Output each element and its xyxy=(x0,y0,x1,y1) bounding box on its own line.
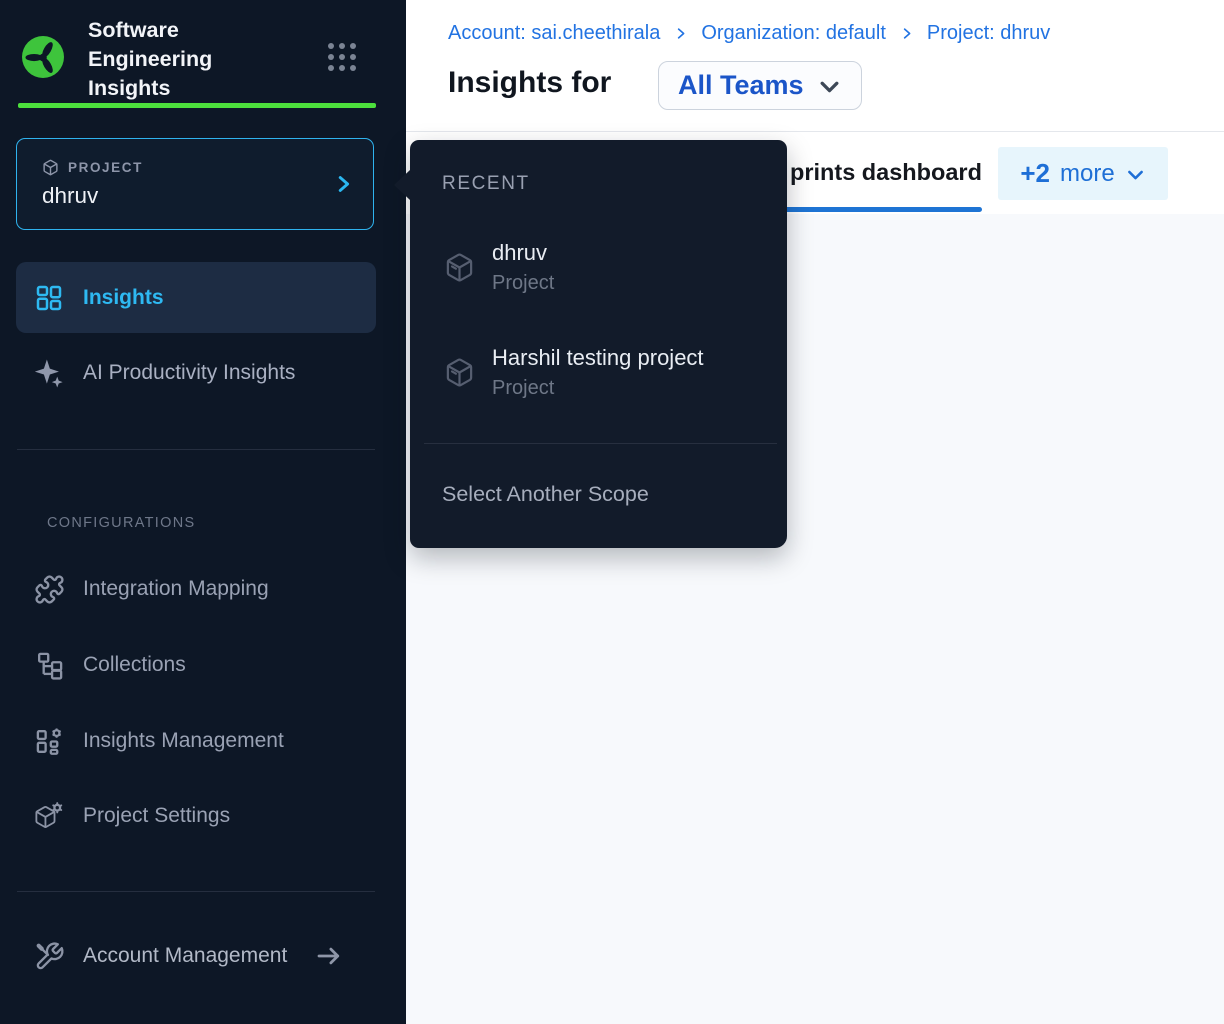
sidebar-item-label: Account Management xyxy=(83,944,287,968)
scope-item-harshil-testing-project[interactable]: Harshil testing project Project xyxy=(426,337,771,407)
sidebar-item-project-settings[interactable]: Project Settings xyxy=(16,794,376,838)
dashboard-tiles-icon xyxy=(32,283,66,313)
scope-item-dhruv[interactable]: dhruv Project xyxy=(426,232,771,302)
main-area: Account: sai.cheethirala Organization: d… xyxy=(406,0,1224,1024)
sidebar-item-label: AI Productivity Insights xyxy=(83,361,295,385)
breadcrumb: Account: sai.cheethirala Organization: d… xyxy=(448,22,1050,45)
sidebar-divider xyxy=(17,449,375,450)
cube-gear-icon xyxy=(32,801,66,832)
recent-section-header: RECENT xyxy=(442,173,530,195)
sidebar: Software Engineering Insights PROJECT dh… xyxy=(0,0,406,1024)
sidebar-item-label: Integration Mapping xyxy=(83,577,269,601)
breadcrumb-organization-link[interactable]: Organization: default xyxy=(701,22,886,45)
package-cube-icon xyxy=(42,159,59,176)
scope-item-name: Harshil testing project xyxy=(492,346,704,370)
sidebar-item-label: Collections xyxy=(83,653,186,677)
crossed-tools-icon xyxy=(32,941,66,972)
team-selector-button[interactable]: All Teams xyxy=(658,61,862,110)
scope-dropdown-panel: RECENT dhruv Project xyxy=(410,140,787,548)
project-label: PROJECT xyxy=(68,160,143,175)
project-scope-selector[interactable]: PROJECT dhruv xyxy=(16,138,374,230)
package-cube-icon xyxy=(444,357,475,388)
tab-active-dashboard[interactable]: prints dashboard xyxy=(790,159,982,186)
arrow-right-icon xyxy=(314,941,344,971)
panel-pointer-arrow xyxy=(394,170,410,200)
sidebar-item-label: Insights Management xyxy=(83,729,284,753)
app-logo-icon xyxy=(22,36,64,78)
chevron-right-icon xyxy=(899,26,914,41)
tiles-gear-icon xyxy=(32,726,66,757)
team-selector-value: All Teams xyxy=(678,70,804,101)
breadcrumb-project-link[interactable]: Project: dhruv xyxy=(927,22,1050,45)
app-title: Software Engineering Insights xyxy=(88,16,258,103)
chevron-down-icon xyxy=(817,75,842,100)
chevron-right-icon xyxy=(673,26,688,41)
sidebar-item-label: Project Settings xyxy=(83,804,230,828)
chevron-down-icon xyxy=(1125,165,1146,186)
page-title: Insights for xyxy=(448,66,611,100)
scope-item-type: Project xyxy=(492,377,704,399)
sidebar-item-insights[interactable]: Insights xyxy=(16,262,376,333)
configurations-section-header: CONFIGURATIONS xyxy=(47,515,195,531)
package-cube-icon xyxy=(444,252,475,283)
more-tabs-button[interactable]: +2 more xyxy=(998,147,1168,200)
sparkles-icon xyxy=(32,356,66,390)
panel-divider xyxy=(424,443,777,444)
puzzle-icon xyxy=(32,574,66,605)
hierarchy-tree-icon xyxy=(32,650,66,681)
sidebar-item-ai-productivity-insights[interactable]: AI Productivity Insights xyxy=(16,346,376,400)
more-tabs-label: more xyxy=(1060,160,1115,188)
sidebar-divider xyxy=(17,891,375,892)
chevron-right-icon xyxy=(332,173,354,195)
sidebar-item-collections[interactable]: Collections xyxy=(16,643,376,687)
breadcrumb-account-link[interactable]: Account: sai.cheethirala xyxy=(448,22,660,45)
sidebar-item-insights-management[interactable]: Insights Management xyxy=(16,719,376,763)
sidebar-item-label: Insights xyxy=(83,286,164,310)
project-name: dhruv xyxy=(42,183,98,209)
scope-item-name: dhruv xyxy=(492,241,554,265)
sidebar-item-account-management[interactable]: Account Management xyxy=(16,934,376,978)
header-accent-rule xyxy=(18,103,376,108)
apps-grid-icon[interactable] xyxy=(328,43,358,73)
select-another-scope-button[interactable]: Select Another Scope xyxy=(410,466,787,522)
sidebar-item-integration-mapping[interactable]: Integration Mapping xyxy=(16,567,376,611)
more-tabs-count: +2 xyxy=(1020,158,1050,189)
scope-item-type: Project xyxy=(492,272,554,294)
